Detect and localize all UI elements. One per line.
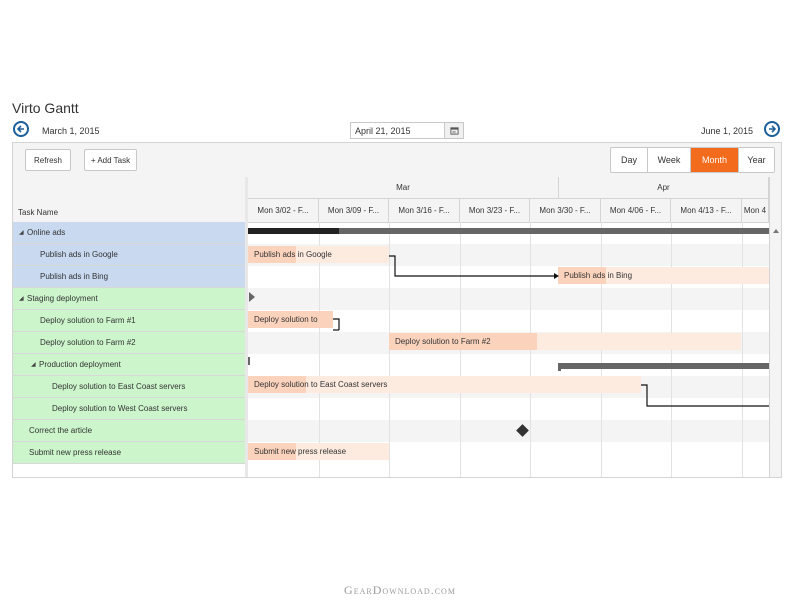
arrow-left-circle-icon — [16, 125, 24, 133]
task-row-farm-2[interactable]: Deploy solution to Farm #2 — [13, 332, 245, 354]
refresh-button[interactable]: Refresh — [25, 149, 71, 171]
calendar-button[interactable] — [444, 123, 463, 138]
view-day-button[interactable]: Day — [611, 148, 648, 172]
view-month-button[interactable]: Month — [691, 148, 739, 172]
task-row-west-coast[interactable]: Deploy solution to West Coast servers — [13, 398, 245, 420]
task-row-farm-1[interactable]: Deploy solution to Farm #1 — [13, 310, 245, 332]
calendar-icon — [449, 127, 459, 135]
collapse-triangle-icon[interactable]: ◢ — [19, 295, 27, 302]
collapse-triangle-icon[interactable]: ◢ — [31, 361, 39, 368]
task-row-publish-google[interactable]: Publish ads in Google — [13, 244, 245, 266]
task-row-production-deployment[interactable]: ◢ Production deployment — [13, 354, 245, 376]
watermark: GearDownload.com — [344, 583, 456, 597]
app-title: Virto Gantt — [12, 100, 79, 116]
next-period-button[interactable] — [764, 121, 780, 137]
task-row-east-coast[interactable]: Deploy solution to East Coast servers — [13, 376, 245, 398]
prev-period-button[interactable] — [13, 121, 29, 137]
task-name-column-header[interactable]: Task Name — [18, 208, 58, 217]
task-row-online-ads[interactable]: ◢ Online ads — [13, 222, 245, 244]
task-row-correct-article[interactable]: Correct the article — [13, 420, 245, 442]
task-row-press-release[interactable]: Submit new press release — [13, 442, 245, 464]
task-row-staging-deployment[interactable]: ◢ Staging deployment — [13, 288, 245, 310]
current-date-input[interactable] — [351, 123, 445, 138]
start-date-label: March 1, 2015 — [42, 126, 100, 136]
date-picker — [350, 122, 464, 139]
timeline-scrollbar[interactable] — [769, 177, 781, 477]
collapse-triangle-icon[interactable]: ◢ — [19, 229, 27, 236]
task-grid-header: Task Name — [13, 177, 245, 223]
timeline-pane: Mar Apr Mon 3/02 - F... Mon 3/09 - F... … — [248, 177, 769, 477]
add-task-button[interactable]: + Add Task — [84, 149, 137, 171]
scroll-up-icon[interactable] — [773, 229, 779, 233]
end-date-label: June 1, 2015 — [701, 126, 754, 136]
view-week-button[interactable]: Week — [648, 148, 691, 172]
gantt-toolbar: Refresh + Add Task Day Week Month Year — [13, 143, 781, 178]
dependency-lines — [333, 255, 769, 407]
gantt-widget: Refresh + Add Task Day Week Month Year T… — [12, 142, 782, 478]
arrow-right-circle-icon — [769, 125, 777, 133]
task-row-publish-bing[interactable]: Publish ads in Bing — [13, 266, 245, 288]
view-year-button[interactable]: Year — [739, 148, 774, 172]
view-switcher: Day Week Month Year — [610, 147, 775, 173]
task-grid: Task Name ◢ Online ads Publish ads in Goo… — [13, 177, 246, 477]
